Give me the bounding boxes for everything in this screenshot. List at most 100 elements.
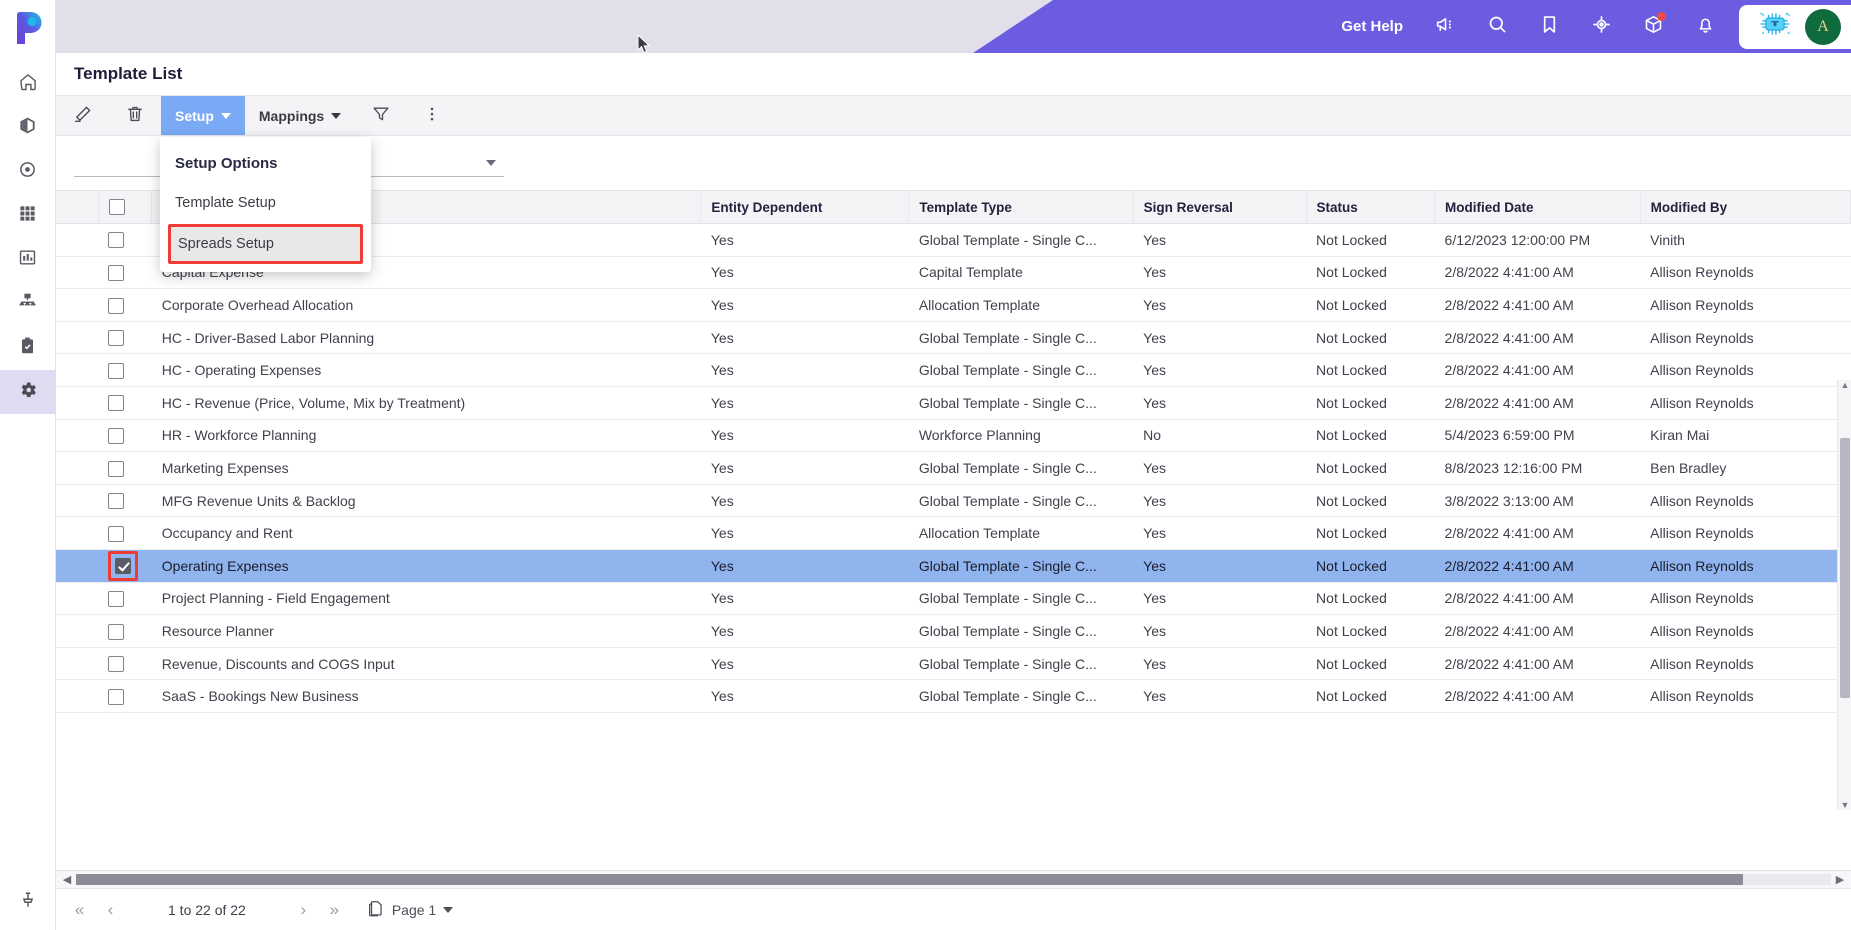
row-checkbox[interactable] [108,362,125,379]
row-checkbox-cell[interactable] [98,484,152,518]
setup-menu-button[interactable]: Setup [161,96,245,135]
column-header-entity-dependent[interactable]: Entity Dependent [700,190,910,224]
page-selector[interactable]: Page 1 [366,899,454,921]
row-checkbox-cell[interactable] [98,223,152,257]
row-checkbox[interactable] [108,525,125,542]
row-checkbox-cell[interactable] [98,451,152,485]
column-header-select-all[interactable] [98,190,153,224]
sidebar-item-tasks[interactable] [0,326,56,370]
table-row[interactable]: Occupancy and Rent Yes Allocation Template… [56,516,1851,550]
horizontal-scrollbar[interactable]: ◀ ▶ [56,870,1851,888]
row-checkbox-cell[interactable] [98,647,152,681]
row-checkbox-cell[interactable] [98,386,152,420]
first-page-button[interactable]: « [64,889,95,930]
edit-button[interactable] [56,96,109,135]
table-row[interactable]: HC - Driver-Based Labor Planning Yes Globa… [56,321,1851,355]
row-checkbox[interactable] [108,395,125,412]
row-handle[interactable] [56,256,99,290]
sidebar-item-pin[interactable] [0,874,56,930]
row-checkbox[interactable] [108,297,125,314]
row-checkbox[interactable] [108,623,125,640]
table-row[interactable]: HC - Operating Expenses Yes Global Templat… [56,353,1851,387]
sidebar-item-home[interactable] [0,62,56,106]
horizontal-scroll-track[interactable] [76,874,1831,885]
row-handle[interactable] [56,353,99,387]
prophix-p-logo[interactable] [8,8,48,48]
row-checkbox-cell[interactable] [98,582,152,616]
sidebar-item-reports[interactable] [0,238,56,282]
row-handle[interactable] [56,614,99,648]
sidebar-item-grids[interactable] [0,194,56,238]
vertical-scroll-thumb[interactable] [1840,438,1850,698]
sidebar-item-hierarchy[interactable] [0,282,56,326]
last-page-button[interactable]: » [319,889,350,930]
search-button[interactable] [1471,0,1523,53]
row-checkbox-cell[interactable] [98,256,152,290]
row-handle[interactable] [56,288,99,322]
row-checkbox-cell[interactable] [98,679,152,713]
row-handle[interactable] [56,582,99,616]
row-checkbox[interactable] [108,330,125,347]
column-header-template-type[interactable]: Template Type [908,190,1134,224]
row-checkbox[interactable] [108,232,125,249]
scroll-down-arrow[interactable]: ▼ [1840,800,1850,810]
delete-button[interactable] [109,96,161,135]
apps-button[interactable] [1627,0,1679,53]
table-row[interactable]: Operating Expenses Yes Global Template - S… [56,549,1851,583]
sidebar-item-settings[interactable] [0,370,56,414]
column-header-status[interactable]: Status [1306,190,1436,224]
table-row[interactable]: Revenue, Discounts and COGS Input Yes Glob… [56,647,1851,681]
table-row[interactable]: Marketing Expenses Yes Global Template - S… [56,451,1851,485]
scroll-up-arrow[interactable]: ▲ [1840,380,1850,390]
more-options-button[interactable] [407,96,457,135]
row-checkbox-cell[interactable] [98,288,152,322]
table-row[interactable]: Corporate Overhead Allocation Yes Allocati… [56,288,1851,322]
row-handle[interactable] [56,321,99,355]
select-all-checkbox[interactable] [108,199,125,216]
horizontal-scroll-thumb[interactable] [76,874,1744,885]
table-row[interactable]: MFG Revenue Units & Backlog Yes Global Tem… [56,484,1851,518]
row-handle[interactable] [56,419,99,453]
sidebar-item-targets[interactable] [0,150,56,194]
row-handle[interactable] [56,516,99,550]
scroll-left-arrow[interactable]: ◀ [58,873,76,886]
row-handle[interactable] [56,679,99,713]
menu-item-spreads-setup[interactable]: Spreads Setup [168,224,363,264]
table-row[interactable]: SaaS - Bookings New Business Yes Global Te… [56,679,1851,713]
previous-page-button[interactable]: ‹ [95,889,126,930]
notifications-button[interactable] [1679,0,1731,53]
row-checkbox-cell[interactable] [98,516,152,550]
row-checkbox-cell[interactable] [98,549,152,583]
row-checkbox-cell[interactable] [98,614,152,648]
row-handle[interactable] [56,484,99,518]
row-handle[interactable] [56,451,99,485]
next-page-button[interactable]: › [288,889,319,930]
row-checkbox-cell[interactable] [98,321,152,355]
column-header-modified-by[interactable]: Modified By [1640,190,1851,224]
bookmarks-button[interactable] [1523,0,1575,53]
mappings-menu-button[interactable]: Mappings [245,96,355,135]
row-checkbox-cell[interactable] [98,419,152,453]
avatar[interactable]: A [1805,8,1841,45]
row-checkbox[interactable] [108,656,125,673]
row-checkbox[interactable] [108,265,125,282]
microchip-button[interactable] [1753,12,1797,42]
row-handle[interactable] [56,223,99,257]
table-row[interactable]: Resource Planner Yes Global Template - Sin… [56,614,1851,648]
row-handle[interactable] [56,647,99,681]
table-row[interactable]: HR - Workforce Planning Yes Workforce Plan… [56,419,1851,453]
focus-button[interactable] [1575,0,1627,53]
row-checkbox-cell[interactable] [98,353,152,387]
column-header-modified-date[interactable]: Modified Date [1434,190,1641,224]
announcements-button[interactable] [1419,0,1471,53]
row-handle[interactable] [56,549,99,583]
row-checkbox[interactable] [108,460,125,477]
get-help-button[interactable]: Get Help [1325,18,1419,35]
sidebar-item-models[interactable] [0,106,56,150]
table-row[interactable]: Project Planning - Field Engagement Yes Gl… [56,582,1851,616]
row-handle[interactable] [56,386,99,420]
row-checkbox[interactable] [115,557,132,574]
row-checkbox[interactable] [108,493,125,510]
column-header-sign-reversal[interactable]: Sign Reversal [1133,190,1307,224]
row-checkbox[interactable] [108,688,125,705]
